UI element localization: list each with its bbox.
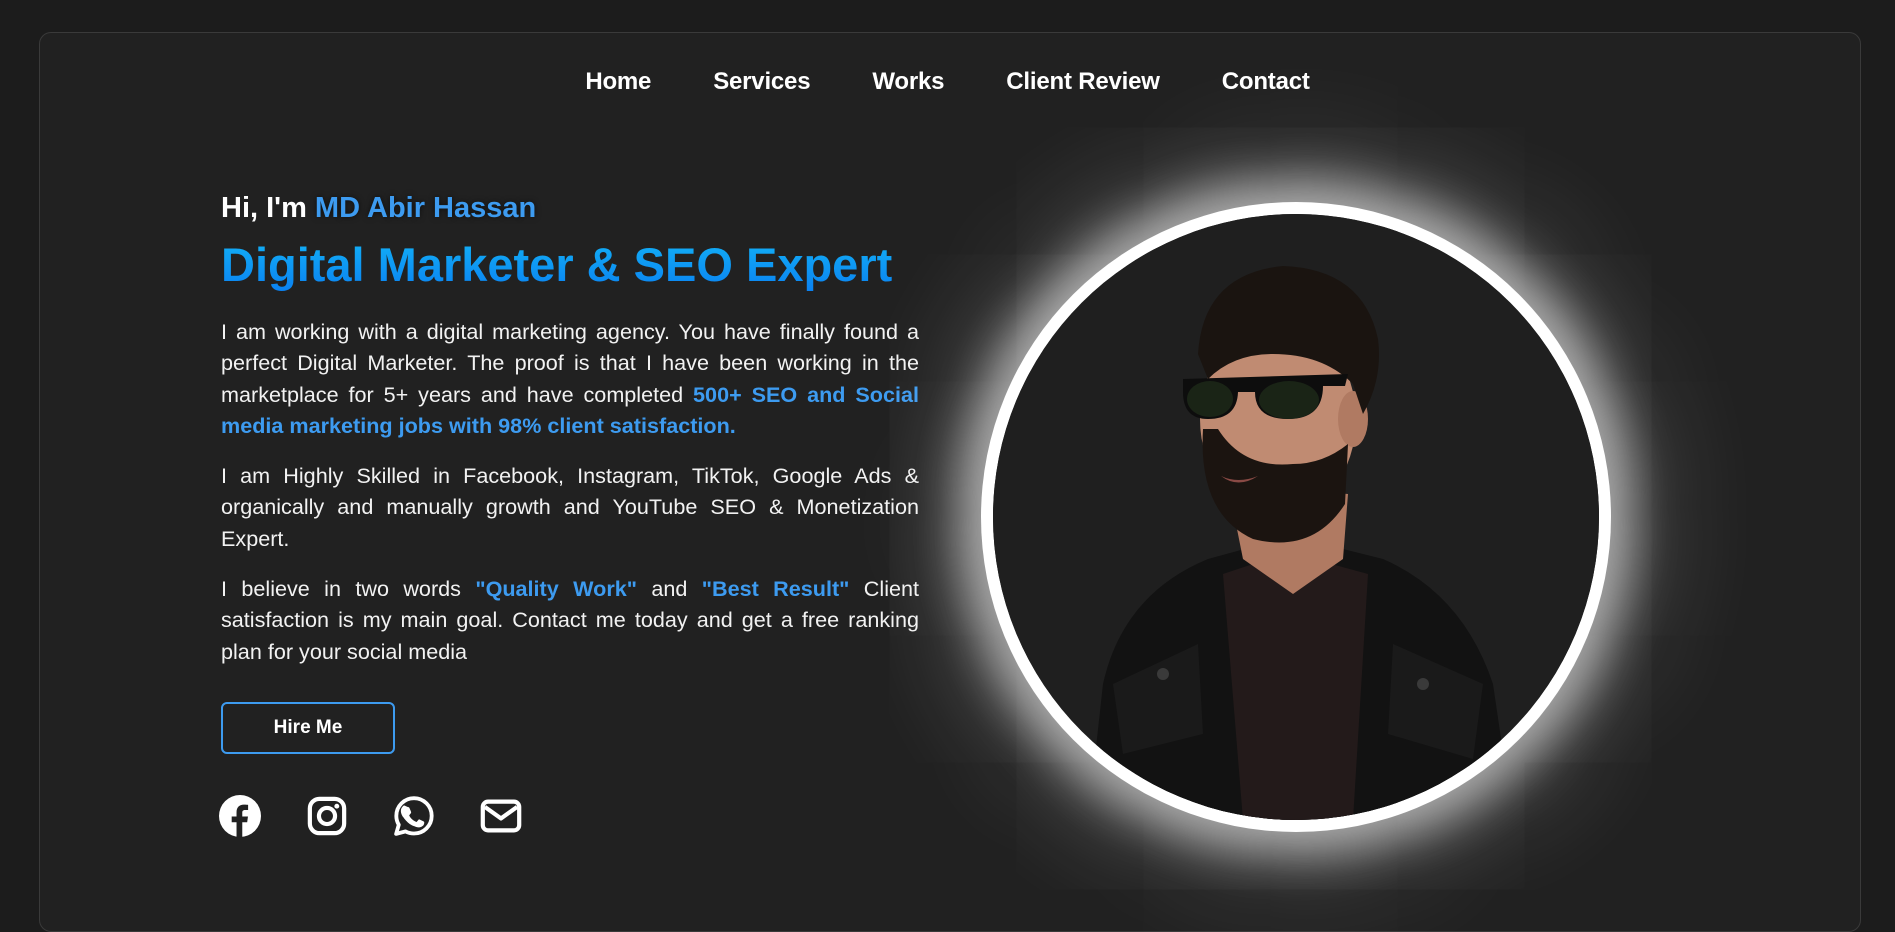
hire-me-button[interactable]: Hire Me [221,702,395,754]
facebook-icon[interactable] [219,795,261,837]
email-icon[interactable] [480,795,522,837]
nav-home[interactable]: Home [585,68,651,96]
intro-paragraph-3-part2: and [636,576,702,602]
intro-paragraph-3-part1: I believe in two words [221,576,476,602]
nav-works[interactable]: Works [872,68,944,96]
social-links [219,795,522,837]
profile-photo [993,214,1599,820]
greeting: Hi, I'm MD Abir Hassan [221,188,919,228]
nav-contact[interactable]: Contact [1222,68,1310,96]
intro-paragraph-3: I believe in two words "Quality Work" an… [221,573,919,667]
intro-paragraph-1: I am working with a digital marketing ag… [221,316,919,441]
nav-client-review[interactable]: Client Review [1006,68,1160,96]
intro-paragraph-2: I am Highly Skilled in Facebook, Instagr… [221,463,919,551]
highlight-best-result: "Best Result" [701,576,850,602]
main-nav: Home Services Works Client Review Contac… [0,68,1895,96]
whatsapp-icon[interactable] [393,795,435,837]
hero-intro: Hi, I'm MD Abir Hassan Digital Marketer … [221,188,919,667]
profile-photo-illustration [993,214,1599,820]
highlight-quality-work: "Quality Work" [475,576,637,602]
person-name: MD Abir Hassan [314,192,537,224]
instagram-icon[interactable] [306,795,348,837]
greeting-prefix: Hi, I'm [221,192,315,224]
nav-services[interactable]: Services [713,68,810,96]
hero-headline: Digital Marketer & SEO Expert [221,236,919,294]
